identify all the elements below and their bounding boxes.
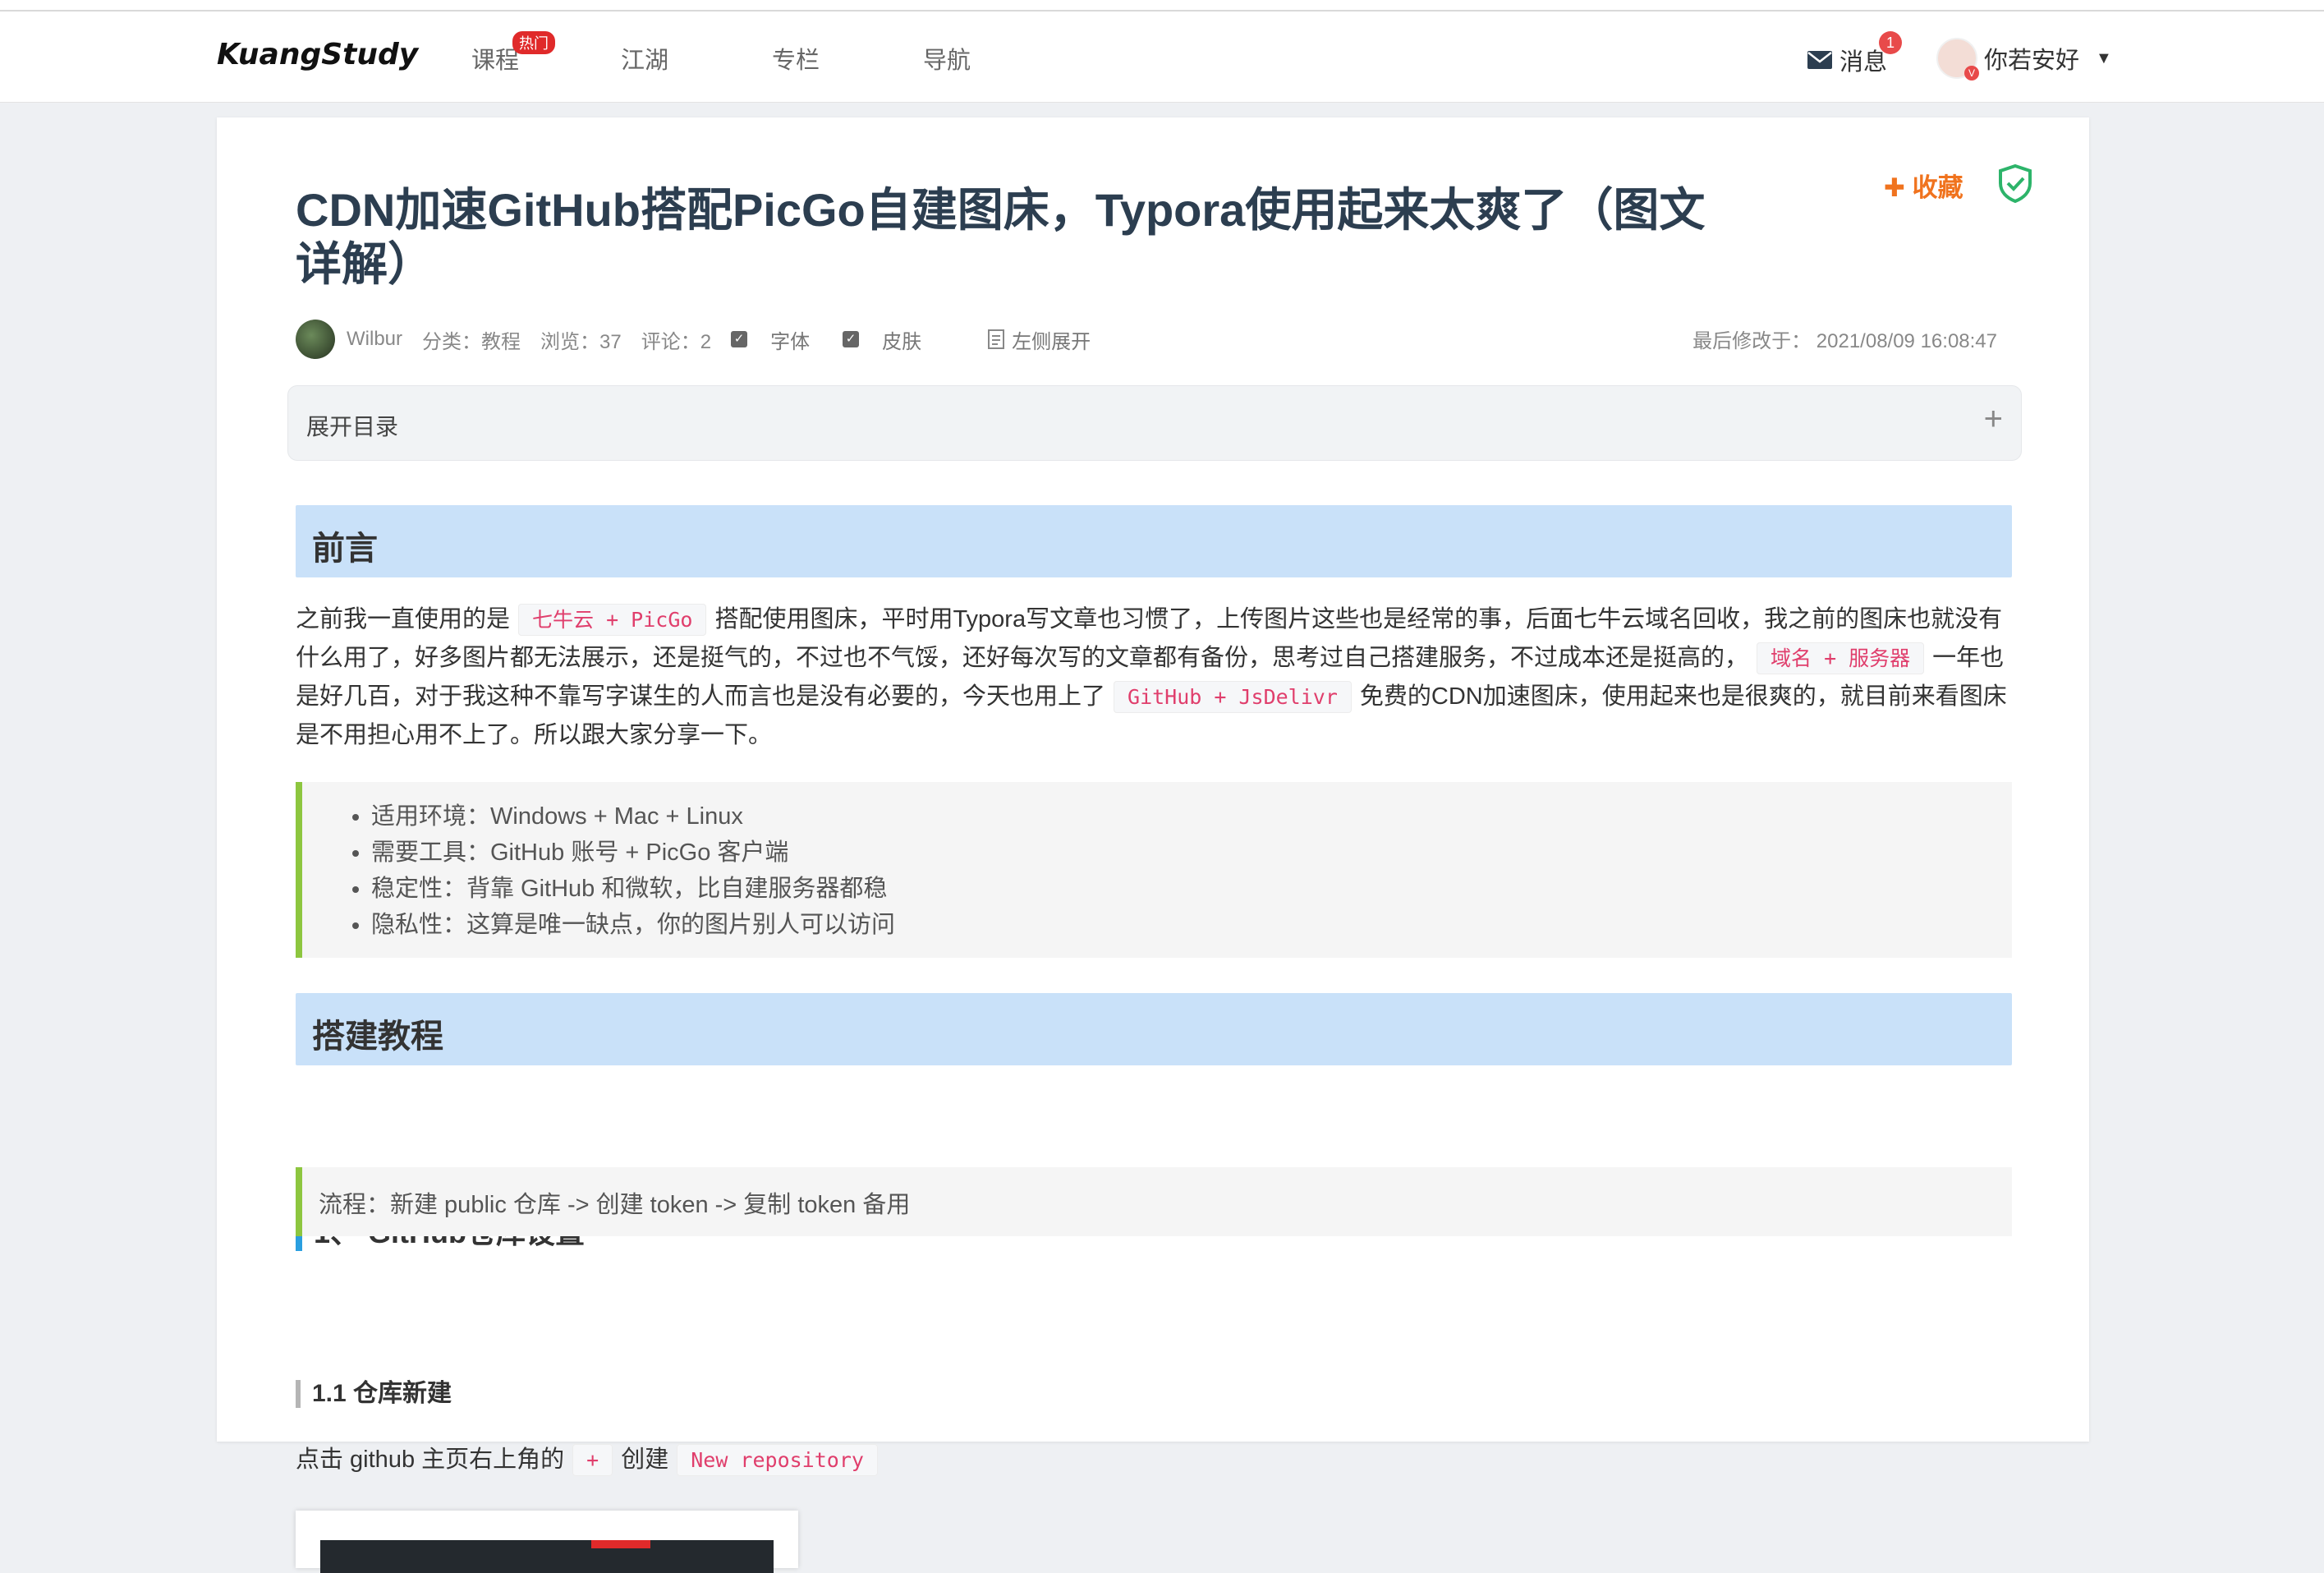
flow-blockquote: 流程：新建 public 仓库 -> 创建 token -> 复制 token …	[296, 1167, 2012, 1236]
flow-text: 流程：新建 public 仓库 -> 创建 token -> 复制 token …	[319, 1192, 911, 1218]
inline-code: +	[572, 1444, 613, 1476]
top-border	[0, 0, 2324, 11]
nav-item-columns[interactable]: 专栏	[772, 41, 820, 76]
heading-build: 搭建教程	[296, 993, 2012, 1065]
plus-icon: ✚	[1884, 173, 1913, 202]
text-span: 创建	[621, 1447, 669, 1473]
favorite-button[interactable]: ✚ 收藏	[1884, 167, 1963, 204]
article-title: CDN加速GitHub搭配PicGo自建图床，Typora使用起来太爽了（图文详…	[296, 184, 1706, 290]
view-count: 浏览：37	[540, 330, 622, 353]
feature-blockquote: 适用环境：Windows + Mac + Linux 需要工具：GitHub 账…	[296, 782, 2012, 958]
image-dark-bar	[320, 1540, 774, 1573]
document-icon	[988, 329, 1005, 349]
author-avatar[interactable]	[296, 320, 335, 359]
caret-down-icon: ▼	[2096, 48, 2112, 67]
user-avatar: V	[1936, 38, 1979, 80]
top-navbar: KuangStudy 课程 热门 江湖 专栏 导航 消息 1 V 你若安好 ▼	[0, 11, 2324, 103]
list-item: 适用环境：Windows + Mac + Linux	[371, 798, 2012, 835]
text-span: 之前我一直使用的是	[296, 606, 511, 632]
toc-toggle[interactable]: 展开目录 +	[287, 385, 2022, 461]
inline-code: GitHub + JsDelivr	[1114, 681, 1352, 713]
expand-left-label: 左侧展开	[1012, 330, 1091, 353]
favorite-label: 收藏	[1912, 173, 1963, 202]
font-toggle-label: 字体	[770, 330, 811, 353]
inline-code: 七牛云 + PicGo	[518, 604, 707, 636]
skin-toggle-label: 皮肤	[882, 330, 922, 353]
checkbox-checked-icon: ✓	[731, 331, 748, 347]
comment-count: 评论：2	[641, 330, 712, 353]
list-item: 稳定性：背靠 GitHub 和微软，比自建服务器都稳	[371, 871, 2012, 907]
user-name: 你若安好	[1984, 48, 2080, 74]
heading-build-text: 搭建教程	[312, 1019, 443, 1055]
list-item: 隐私性：这算是唯一缺点，你的图片别人可以访问	[371, 907, 2012, 943]
font-toggle[interactable]: ✓ 字体	[731, 325, 829, 354]
messages-link[interactable]: 消息	[1807, 43, 1887, 77]
instruction-line: 点击 github 主页右上角的 + 创建 New repository	[296, 1440, 886, 1480]
preface-paragraph: 之前我一直使用的是 七牛云 + PicGo 搭配使用图床，平时用Typora写文章也…	[296, 600, 2012, 754]
plus-icon: +	[1983, 401, 2003, 437]
toc-label: 展开目录	[306, 414, 399, 439]
screenshot-image	[296, 1511, 798, 1573]
checkbox-checked-icon: ✓	[843, 331, 860, 347]
category: 分类：教程	[422, 330, 521, 353]
heading-repo-new: 1.1 仓库新建	[296, 1380, 452, 1408]
article-card: CDN加速GitHub搭配PicGo自建图床，Typora使用起来太爽了（图文详…	[217, 117, 2089, 1573]
text-span: 点击 github 主页右上角的	[296, 1447, 565, 1473]
article-meta: Wilbur 分类：教程 浏览：37 评论：2 ✓ 字体 ✓ 皮肤 左侧展开	[296, 320, 1130, 359]
vip-badge: V	[1964, 66, 1979, 80]
inline-code: New repository	[677, 1444, 878, 1476]
shield-check-icon[interactable]	[1997, 163, 2033, 203]
last-modified: 最后修改于： 2021/08/09 16:08:47	[1692, 330, 1997, 352]
skin-toggle[interactable]: ✓ 皮肤	[843, 325, 941, 354]
user-menu[interactable]: V 你若安好 ▼	[1936, 38, 2112, 80]
hot-badge: 热门	[512, 31, 555, 54]
list-item: 需要工具：GitHub 账号 + PicGo 客户端	[371, 835, 2012, 871]
messages-count-badge: 1	[1879, 31, 1902, 54]
heading-preface-text: 前言	[312, 531, 378, 567]
nav-item-navigation[interactable]: 导航	[923, 41, 971, 76]
feature-list: 适用环境：Windows + Mac + Linux 需要工具：GitHub 账…	[302, 782, 2012, 958]
heading-preface: 前言	[296, 505, 2012, 577]
inline-code: 域名 + 服务器	[1757, 642, 1925, 674]
nav-item-jianghu[interactable]: 江湖	[621, 41, 668, 76]
image-red-highlight	[591, 1540, 650, 1548]
expand-left-button[interactable]: 左侧展开	[987, 325, 1110, 354]
author-name[interactable]: Wilbur	[347, 328, 402, 351]
envelope-icon	[1807, 51, 1832, 69]
site-logo[interactable]: KuangStudy	[217, 38, 418, 71]
